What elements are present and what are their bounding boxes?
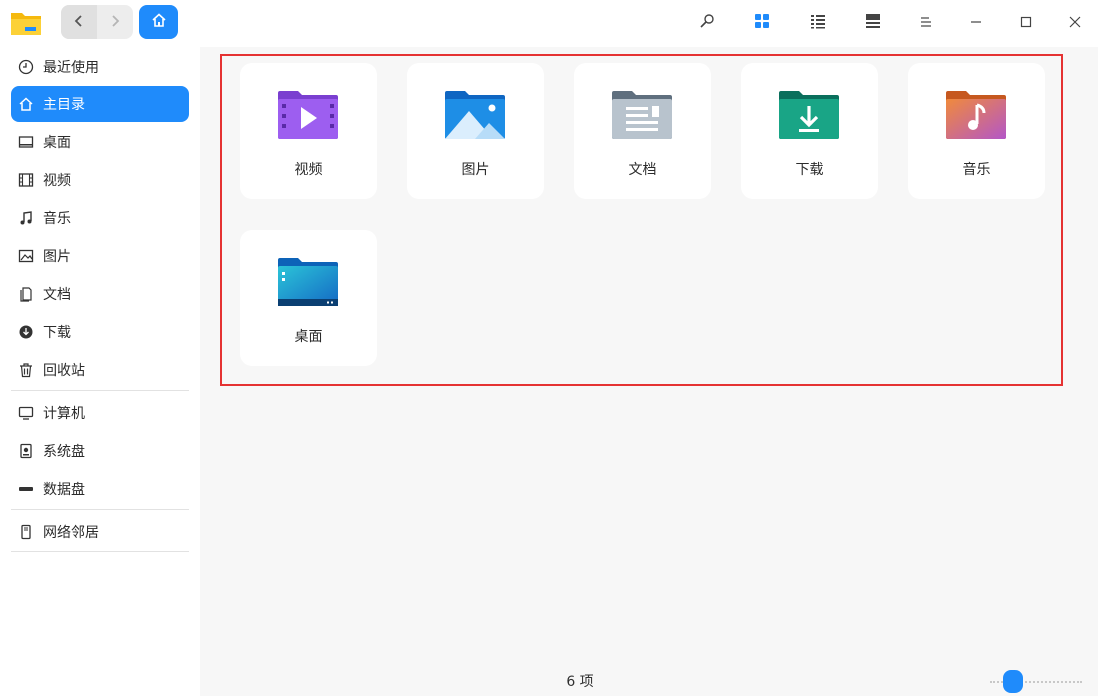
clock-icon: [18, 59, 34, 75]
desktop-folder-icon: [278, 258, 338, 306]
forward-button[interactable]: [97, 5, 133, 39]
network-icon: [18, 524, 34, 540]
data-disk-icon: [18, 481, 34, 497]
search-button[interactable]: [694, 10, 720, 36]
tree-view-button[interactable]: [860, 10, 886, 36]
sidebar-item-downloads[interactable]: 下载: [11, 314, 189, 350]
forward-icon: [109, 13, 121, 32]
sidebar-item-system-disk[interactable]: 系统盘: [11, 433, 189, 469]
sidebar-item-label: 文档: [43, 287, 71, 303]
list-view-icon: [810, 13, 826, 33]
list-view-button[interactable]: [805, 10, 831, 36]
downloads-folder-icon: [779, 91, 839, 139]
folder-tile-desktop[interactable]: 桌面: [240, 230, 377, 366]
status-item-count: 6 项: [566, 674, 594, 690]
sidebar-item-label: 回收站: [43, 363, 85, 379]
trash-icon: [18, 362, 34, 378]
sidebar-item-home[interactable]: 主目录: [11, 86, 189, 122]
icon-view-button[interactable]: [749, 10, 775, 36]
sidebar-item-desktop[interactable]: 桌面: [11, 124, 189, 160]
sidebar-item-trash[interactable]: 回收站: [11, 352, 189, 388]
sidebar-item-videos[interactable]: 视频: [11, 162, 189, 198]
folder-tile-music[interactable]: 音乐: [908, 63, 1045, 199]
video-folder-icon: [278, 91, 338, 139]
minimize-button[interactable]: [963, 10, 989, 36]
back-icon: [73, 13, 85, 32]
sidebar: 最近使用 主目录 桌面 视频 音乐 图片 文档 下载 回收站 计算机 系统盘 数…: [0, 47, 200, 696]
tree-view-icon: [865, 13, 881, 33]
sidebar-item-label: 音乐: [43, 211, 71, 227]
sidebar-item-network[interactable]: 网络邻居: [11, 514, 189, 550]
sidebar-item-label: 主目录: [43, 97, 85, 113]
sidebar-item-documents[interactable]: 文档: [11, 276, 189, 312]
system-disk-icon: [18, 443, 34, 459]
music-icon: [18, 210, 34, 226]
document-icon: [18, 286, 34, 302]
desktop-icon: [18, 134, 34, 150]
folder-tile-documents[interactable]: 文档: [574, 63, 711, 199]
sidebar-item-label: 计算机: [43, 406, 85, 422]
sidebar-item-data-disk[interactable]: 数据盘: [11, 471, 189, 507]
sidebar-item-label: 下载: [43, 325, 71, 341]
sidebar-item-recent[interactable]: 最近使用: [11, 49, 189, 85]
home-breadcrumb-button[interactable]: [139, 5, 178, 39]
image-icon: [18, 248, 34, 264]
folder-label: 图片: [461, 162, 490, 178]
folder-label: 桌面: [294, 329, 323, 345]
sidebar-divider: [11, 551, 189, 552]
search-icon: [699, 13, 715, 33]
download-icon: [18, 324, 34, 340]
maximize-icon: [1019, 14, 1033, 33]
folder-tile-videos[interactable]: 视频: [240, 63, 377, 199]
minimize-icon: [969, 14, 983, 33]
sidebar-item-computer[interactable]: 计算机: [11, 395, 189, 431]
folder-label: 音乐: [962, 162, 991, 178]
sidebar-item-label: 视频: [43, 173, 71, 189]
sidebar-divider: [11, 509, 189, 510]
folder-label: 下载: [795, 162, 824, 178]
sidebar-divider: [11, 390, 189, 391]
zoom-slider-handle[interactable]: [1003, 670, 1023, 693]
sidebar-item-label: 桌面: [43, 135, 71, 151]
home-icon: [18, 96, 34, 112]
close-button[interactable]: [1062, 10, 1088, 36]
sidebar-item-label: 系统盘: [43, 444, 85, 460]
folder-label: 文档: [628, 162, 657, 178]
sidebar-item-label: 数据盘: [43, 482, 85, 498]
sidebar-item-label: 最近使用: [43, 60, 99, 76]
main-menu-button[interactable]: [913, 10, 939, 36]
back-button[interactable]: [61, 5, 97, 39]
pictures-folder-icon: [445, 91, 505, 139]
folder-tile-pictures[interactable]: 图片: [407, 63, 544, 199]
icon-view-icon: [754, 13, 770, 33]
sidebar-item-music[interactable]: 音乐: [11, 200, 189, 236]
close-icon: [1068, 14, 1082, 33]
file-view: 视频 图片 文档 下载 音乐 桌面 6 项: [200, 47, 1098, 696]
navigation-buttons: [61, 5, 133, 39]
sidebar-item-pictures[interactable]: 图片: [11, 238, 189, 274]
home-icon: [151, 12, 167, 32]
title-bar: [0, 0, 1098, 47]
sidebar-item-label: 图片: [43, 249, 71, 265]
folder-tile-downloads[interactable]: 下载: [741, 63, 878, 199]
sidebar-item-label: 网络邻居: [43, 525, 99, 541]
folder-app-icon: [10, 10, 42, 36]
film-icon: [18, 172, 34, 188]
menu-icon: [919, 14, 933, 33]
maximize-button[interactable]: [1013, 10, 1039, 36]
computer-icon: [18, 405, 34, 421]
music-folder-icon: [946, 91, 1006, 139]
folder-label: 视频: [294, 162, 323, 178]
documents-folder-icon: [612, 91, 672, 139]
